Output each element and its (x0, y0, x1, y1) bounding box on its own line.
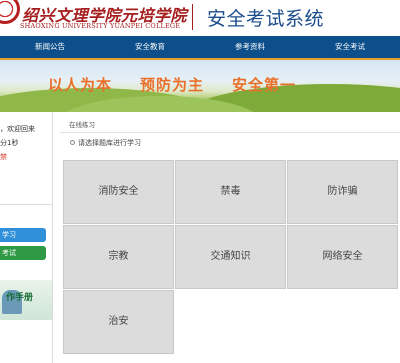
banner: 以人为本 预防为主 安全第一 (0, 60, 400, 112)
elapsed-time: 分1秒 (0, 139, 19, 147)
nav-item-references[interactable]: 参考资料 (200, 36, 300, 58)
main-nav: 新闻公告 安全教育 参考资料 安全考试 (0, 36, 400, 60)
circle-bullet-icon (70, 140, 75, 145)
school-seal-logo (0, 0, 20, 24)
category-tile-anti-fraud[interactable]: 防诈骗 (287, 160, 398, 224)
learn-button[interactable]: 学习 (0, 228, 46, 242)
exam-button[interactable]: 考试 (0, 246, 46, 260)
sidebar-divider (0, 204, 52, 205)
category-tile-fire-safety[interactable]: 消防安全 (63, 160, 174, 224)
nav-item-exam[interactable]: 安全考试 (300, 36, 400, 58)
banner-slogan: 安全第一 (232, 76, 297, 94)
banner-slogan: 预防为主 (140, 76, 205, 94)
nav-item-news[interactable]: 新闻公告 (0, 36, 100, 58)
sidebar: ，欢迎回来 分1秒 禁 学习 考试 作手册 (0, 112, 53, 363)
header: 绍兴文理学院元培学院 SHAOXING UNIVERSITY YUANPEI C… (0, 0, 400, 36)
category-tile-anti-drug[interactable]: 禁毒 (175, 160, 286, 224)
header-divider (192, 4, 193, 30)
breadcrumb: 在线练习 (60, 118, 400, 133)
system-title: 安全考试系统 (207, 8, 325, 30)
category-tile-public-security[interactable]: 治安 (63, 290, 174, 354)
manual-label: 作手册 (6, 293, 34, 303)
warning-text: 禁 (0, 153, 7, 161)
school-name-en: SHAOXING UNIVERSITY YUANPEI COLLEGE (20, 22, 181, 30)
banner-slogan: 以人为本 (48, 76, 113, 94)
instruction-label: 请选择题库进行学习 (78, 139, 141, 147)
manual-banner[interactable]: 作手册 (0, 280, 52, 320)
category-tile-network-security[interactable]: 网络安全 (287, 225, 398, 289)
instruction-text: 请选择题库进行学习 (70, 138, 141, 148)
main-content: 在线练习 请选择题库进行学习 消防安全 禁毒 防诈骗 宗教 交通知识 网络安全 … (60, 118, 400, 363)
category-tile-religion[interactable]: 宗教 (63, 225, 174, 289)
welcome-text: ，欢迎回来 (0, 125, 35, 133)
nav-item-education[interactable]: 安全教育 (100, 36, 200, 58)
category-tile-traffic[interactable]: 交通知识 (175, 225, 286, 289)
